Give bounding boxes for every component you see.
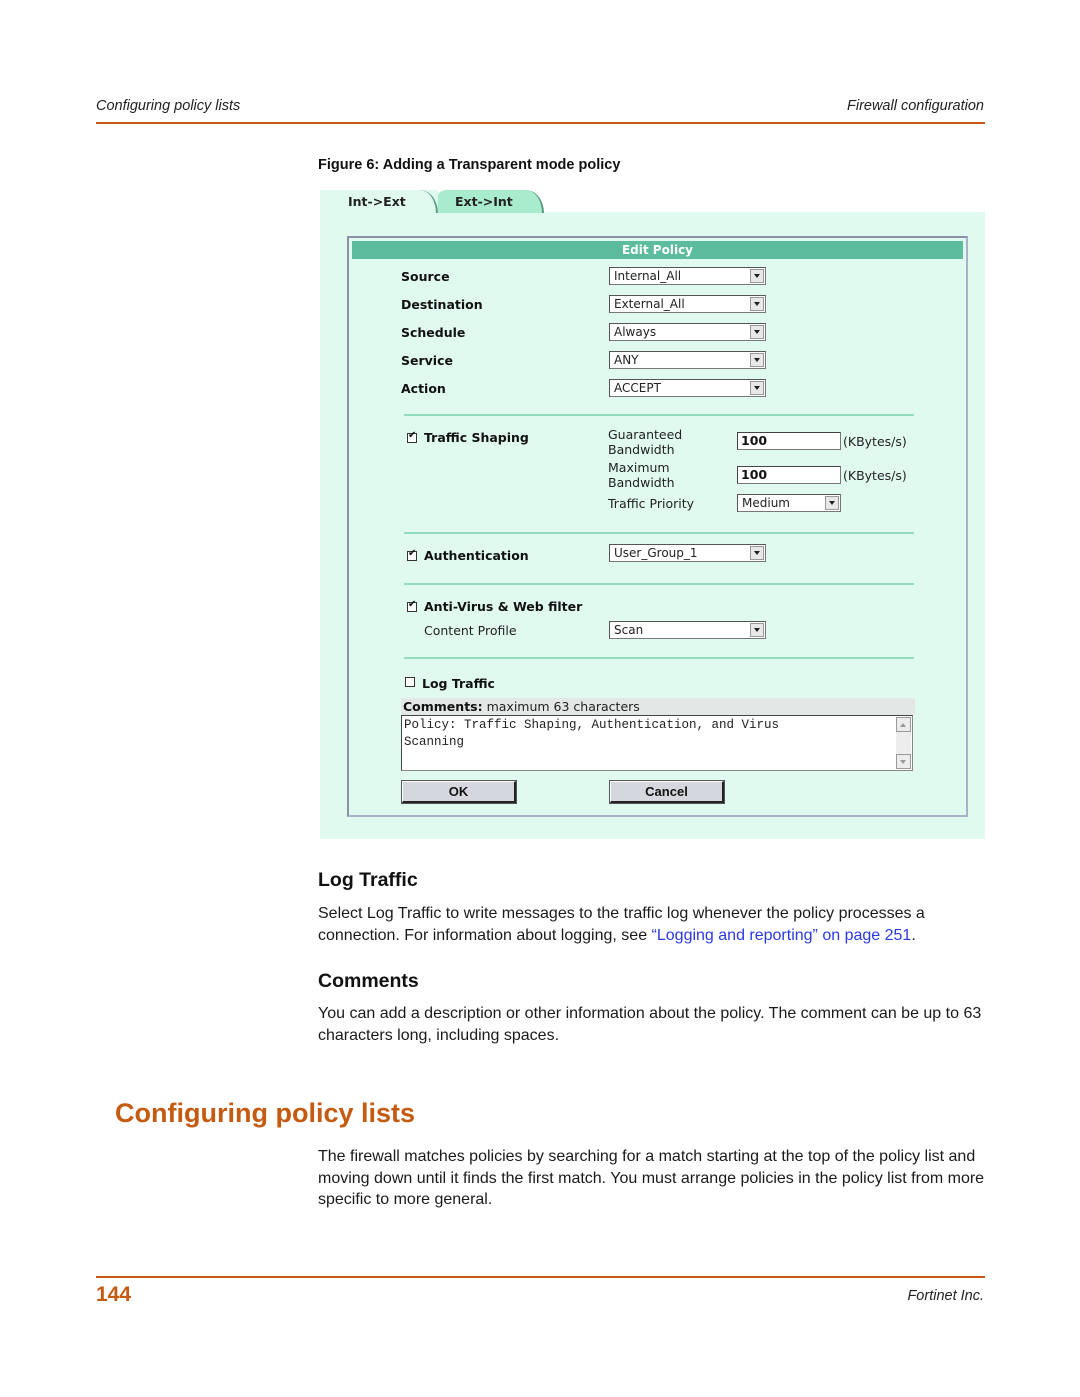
- comments-label: Comments:: [403, 699, 483, 714]
- log-traffic-checkbox[interactable]: [405, 677, 415, 687]
- log-traffic-period: .: [911, 926, 916, 944]
- comments-textarea[interactable]: Policy: Traffic Shaping, Authentication,…: [401, 715, 913, 771]
- traffic-shaping-label: Traffic Shaping: [424, 430, 529, 445]
- guaranteed-bandwidth-input[interactable]: 100: [737, 432, 841, 450]
- schedule-select[interactable]: Always: [609, 323, 766, 341]
- comments-label-bar: Comments: maximum 63 characters: [401, 698, 915, 715]
- comments-scrollbar[interactable]: [896, 717, 911, 769]
- chevron-down-icon[interactable]: [750, 546, 764, 560]
- traffic-priority-label: Traffic Priority: [608, 496, 695, 511]
- service-label: Service: [401, 353, 453, 368]
- source-value: Internal_All: [614, 269, 682, 283]
- source-select[interactable]: Internal_All: [609, 267, 766, 285]
- logging-reporting-link[interactable]: “Logging and reporting” on page 251: [652, 927, 912, 944]
- divider: [404, 414, 914, 416]
- authentication-select[interactable]: User_Group_1: [609, 544, 766, 562]
- maximum-unit: (KBytes/s): [843, 468, 907, 483]
- log-traffic-paragraph: Select Log Traffic to write messages to …: [318, 903, 986, 946]
- action-value: ACCEPT: [614, 381, 661, 395]
- ok-button[interactable]: OK: [401, 780, 517, 804]
- running-header-section: Configuring policy lists: [96, 98, 241, 114]
- divider: [404, 532, 914, 534]
- chevron-down-icon[interactable]: [825, 496, 839, 510]
- guaranteed-label-line2: Bandwidth: [608, 442, 675, 457]
- action-label: Action: [401, 381, 446, 396]
- schedule-value: Always: [614, 325, 657, 339]
- edit-policy-panel: Edit Policy Source Internal_All Destinat…: [347, 236, 968, 817]
- content-profile-value: Scan: [614, 623, 644, 637]
- destination-value: External_All: [614, 297, 685, 311]
- antivirus-label: Anti-Virus & Web filter: [424, 599, 583, 614]
- guaranteed-label-line1: Guaranteed: [608, 427, 683, 442]
- chevron-down-icon[interactable]: [750, 297, 764, 311]
- source-label: Source: [401, 269, 450, 284]
- comments-hint: maximum 63 characters: [482, 699, 640, 714]
- log-traffic-label: Log Traffic: [422, 676, 495, 691]
- content-profile-select[interactable]: Scan: [609, 621, 766, 639]
- panel-title: Edit Policy: [352, 241, 963, 259]
- traffic-priority-select[interactable]: Medium: [737, 494, 841, 512]
- maximum-bandwidth-input[interactable]: 100: [737, 466, 841, 484]
- scroll-up-icon[interactable]: [896, 717, 911, 732]
- policy-lists-paragraph: The firewall matches policies by searchi…: [318, 1148, 985, 1208]
- figure-caption: Figure 6: Adding a Transparent mode poli…: [318, 157, 621, 173]
- comments-paragraph: You can add a description or other infor…: [318, 1005, 982, 1044]
- traffic-priority-value: Medium: [742, 496, 790, 510]
- authentication-checkbox[interactable]: [407, 548, 417, 561]
- policy-screenshot: Ext->Int Int->Ext Edit Policy Source Int…: [320, 188, 985, 839]
- authentication-label: Authentication: [424, 548, 529, 563]
- scroll-down-icon[interactable]: [896, 754, 911, 769]
- authentication-value: User_Group_1: [614, 546, 698, 560]
- comments-value: Policy: Traffic Shaping, Authentication,…: [404, 718, 780, 749]
- destination-select[interactable]: External_All: [609, 295, 766, 313]
- schedule-label: Schedule: [401, 325, 466, 340]
- antivirus-checkbox[interactable]: [407, 599, 417, 612]
- maximum-label-line2: Bandwidth: [608, 475, 675, 490]
- chevron-down-icon[interactable]: [750, 353, 764, 367]
- comments-heading: Comments: [318, 970, 419, 992]
- cancel-button[interactable]: Cancel: [609, 780, 725, 804]
- policy-lists-heading: Configuring policy lists: [115, 1098, 416, 1128]
- action-select[interactable]: ACCEPT: [609, 379, 766, 397]
- header-rule: [96, 122, 985, 124]
- destination-label: Destination: [401, 297, 483, 312]
- chevron-down-icon[interactable]: [750, 381, 764, 395]
- service-select[interactable]: ANY: [609, 351, 766, 369]
- log-traffic-heading: Log Traffic: [318, 869, 418, 891]
- divider: [404, 657, 914, 659]
- guaranteed-unit: (KBytes/s): [843, 434, 907, 449]
- content-profile-label: Content Profile: [424, 623, 517, 638]
- divider: [404, 583, 914, 585]
- footer-company: Fortinet Inc.: [907, 1288, 984, 1304]
- chevron-down-icon[interactable]: [750, 325, 764, 339]
- chevron-down-icon[interactable]: [750, 623, 764, 637]
- maximum-bandwidth-label: Maximum Bandwidth: [608, 460, 675, 490]
- running-header-chapter: Firewall configuration: [846, 98, 984, 114]
- service-value: ANY: [614, 353, 639, 367]
- traffic-shaping-checkbox[interactable]: [407, 430, 417, 443]
- maximum-label-line1: Maximum: [608, 460, 670, 475]
- footer-rule: [96, 1276, 985, 1278]
- tab-ext-int[interactable]: Ext->Int: [432, 190, 544, 213]
- guaranteed-bandwidth-label: Guaranteed Bandwidth: [608, 427, 682, 457]
- chevron-down-icon[interactable]: [750, 269, 764, 283]
- page-number: 144: [96, 1283, 132, 1306]
